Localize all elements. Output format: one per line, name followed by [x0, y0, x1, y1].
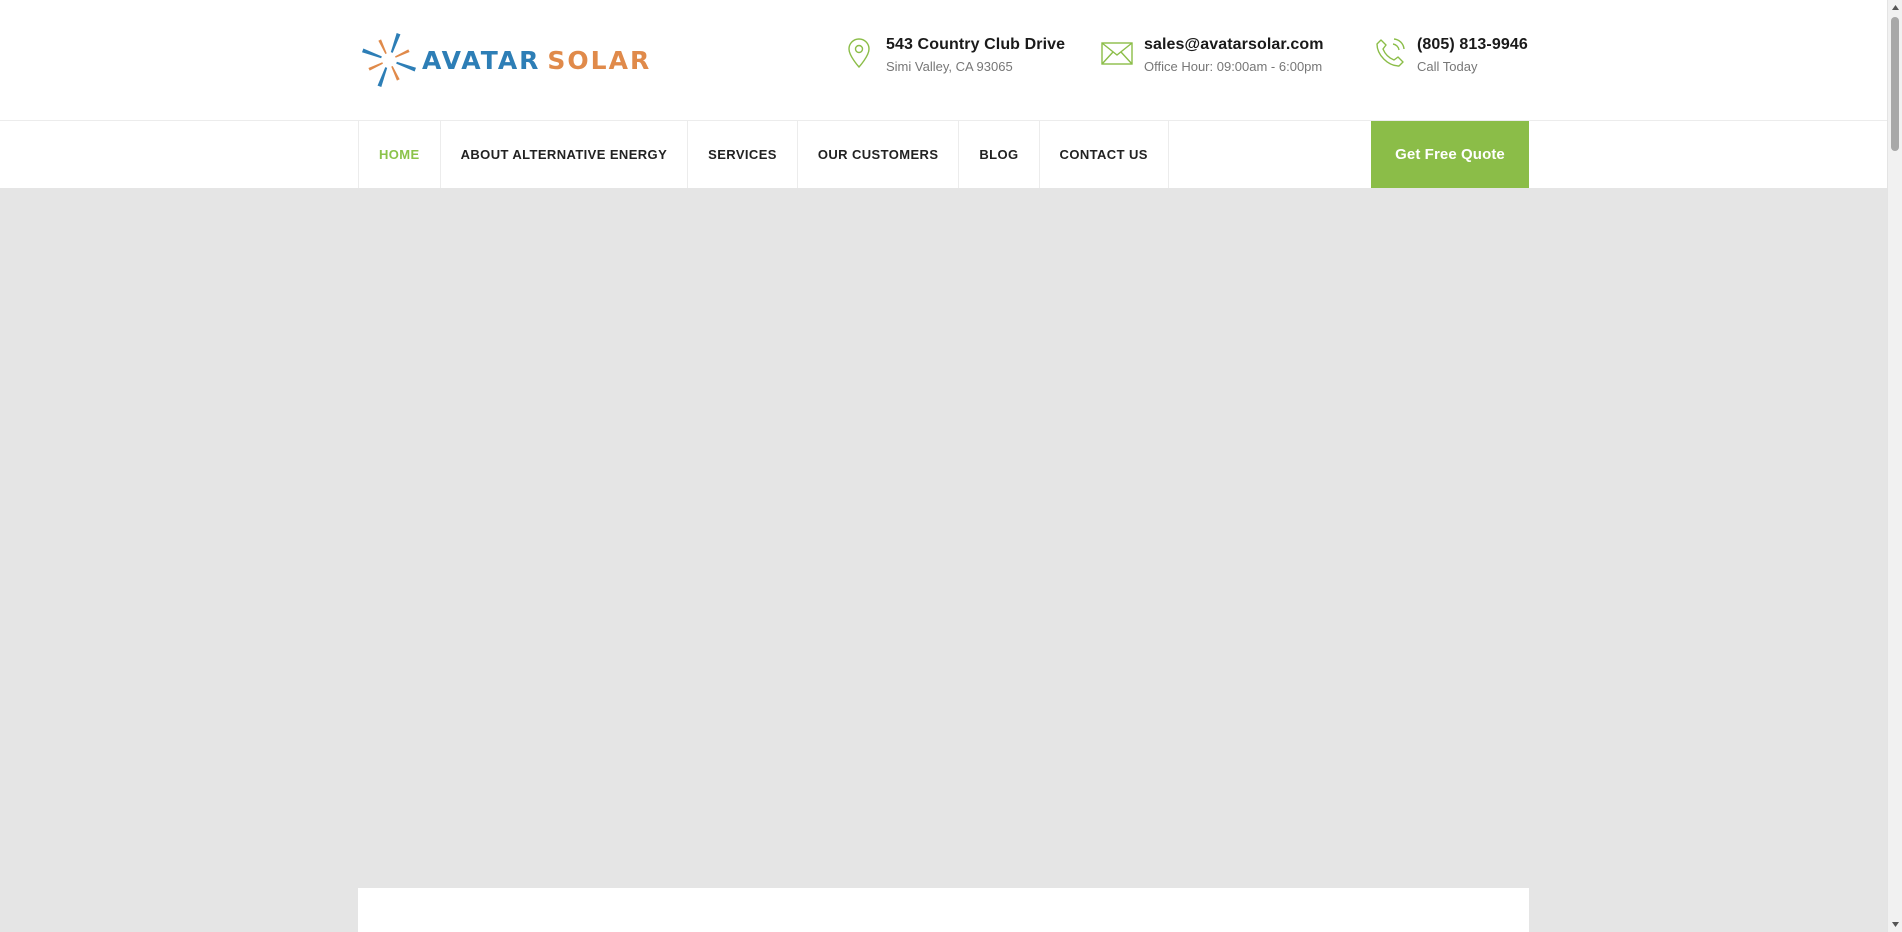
site-logo[interactable]: AVATAR SOLAR — [358, 28, 649, 92]
email-address[interactable]: sales@avatarsolar.com — [1144, 34, 1324, 56]
nav-item-contact-us[interactable]: CONTACT US — [1040, 121, 1169, 188]
nav-menu: HOME ABOUT ALTERNATIVE ENERGY SERVICES O… — [358, 121, 1169, 188]
site-header: AVATAR SOLAR 543 Country Club Drive Simi … — [0, 0, 1887, 121]
logo-text: AVATAR SOLAR — [422, 46, 651, 75]
logo-word-solar: SOLAR — [547, 45, 652, 75]
phone-icon — [1373, 36, 1407, 70]
address-line: 543 Country Club Drive — [886, 36, 1066, 53]
main-navigation: HOME ABOUT ALTERNATIVE ENERGY SERVICES O… — [0, 121, 1887, 189]
vertical-scrollbar[interactable] — [1887, 0, 1902, 932]
nav-item-about-alternative-energy[interactable]: ABOUT ALTERNATIVE ENERGY — [441, 121, 689, 188]
envelope-icon — [1100, 36, 1134, 70]
content-card — [358, 888, 1529, 932]
address-city: Simi Valley, CA 93065 — [886, 59, 1013, 74]
nav-item-blog[interactable]: BLOG — [959, 121, 1040, 188]
scroll-down-arrow-icon[interactable] — [1888, 917, 1902, 932]
get-free-quote-button[interactable]: Get Free Quote — [1371, 121, 1529, 188]
nav-item-home[interactable]: HOME — [359, 121, 441, 188]
hero-banner-placeholder — [0, 188, 1887, 932]
call-today-label: Call Today — [1417, 59, 1478, 74]
map-pin-icon — [842, 36, 876, 70]
nav-item-our-customers[interactable]: OUR CUSTOMERS — [798, 121, 960, 188]
phone-number[interactable]: (805) 813-9946 — [1417, 34, 1528, 56]
scroll-up-arrow-icon[interactable] — [1888, 0, 1902, 15]
contact-phone: (805) 813-9946 Call Today — [1373, 34, 1528, 78]
sunburst-logo-icon — [362, 33, 416, 87]
office-hours: Office Hour: 09:00am - 6:00pm — [1144, 59, 1323, 74]
scrollbar-thumb[interactable] — [1891, 17, 1899, 151]
logo-word-avatar: AVATAR — [422, 45, 541, 75]
contact-address: 543 Country Club Drive Simi Valley, CA 9… — [842, 34, 1065, 78]
page: AVATAR SOLAR 543 Country Club Drive Simi … — [0, 0, 1887, 932]
contact-email: sales@avatarsolar.com Office Hour: 09:00… — [1100, 34, 1324, 78]
nav-item-services[interactable]: SERVICES — [688, 121, 798, 188]
